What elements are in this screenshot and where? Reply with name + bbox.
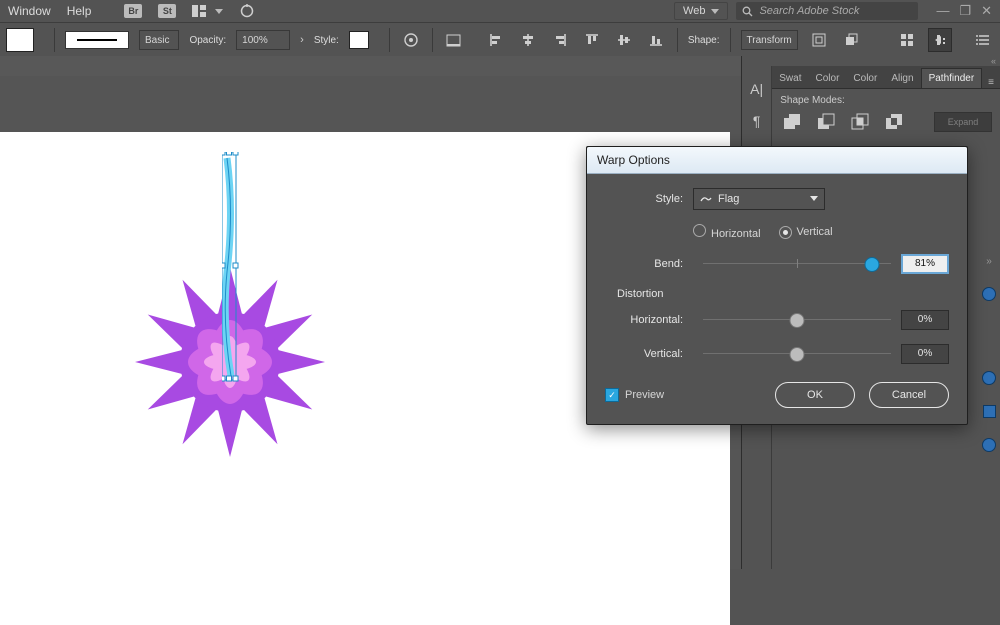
flag-icon	[700, 194, 712, 204]
menubar: Window Help Br St Web Search Adobe Stock…	[0, 0, 1000, 22]
dist-v-label: Vertical:	[605, 348, 693, 360]
grid-icon[interactable]	[896, 29, 918, 51]
search-icon	[742, 6, 753, 17]
dist-h-label: Horizontal:	[605, 314, 693, 326]
edge-square[interactable]	[983, 405, 996, 418]
shape-label: Shape:	[688, 35, 720, 46]
tab-colorguide[interactable]: Color	[846, 69, 884, 88]
document-tabstrip[interactable]	[0, 56, 741, 76]
opacity-input[interactable]: 100%	[236, 30, 290, 50]
style-label: Style:	[314, 35, 339, 46]
dist-v-slider[interactable]	[703, 345, 891, 363]
edge-dot-3[interactable]	[982, 438, 996, 452]
stroke-profile-select[interactable]: Basic	[139, 30, 179, 50]
shape-modes-label: Shape Modes:	[780, 95, 992, 106]
distortion-label: Distortion	[617, 288, 949, 300]
chevron-down-icon	[810, 193, 818, 205]
bend-label: Bend:	[605, 258, 693, 270]
align-top-icon[interactable]	[581, 29, 603, 51]
recolor-icon[interactable]	[400, 29, 422, 51]
right-edge-tools: »	[978, 256, 1000, 452]
tab-swatches[interactable]: Swat	[772, 69, 808, 88]
isolate-icon[interactable]	[808, 29, 830, 51]
options-bar: Basic Opacity: 100% › Style: Shape: Tran…	[0, 22, 1000, 58]
opacity-step[interactable]: ›	[300, 34, 304, 46]
edge-dot-1[interactable]	[982, 287, 996, 301]
menu-window[interactable]: Window	[8, 4, 51, 18]
canvas-artwork	[130, 152, 330, 472]
preview-checkbox[interactable]: ✓Preview	[605, 388, 664, 402]
align-left-icon[interactable]	[485, 29, 507, 51]
panel-tabs: Swat Color Color Align Pathfinder ≡	[772, 66, 1000, 89]
dist-h-value-input[interactable]: 0%	[901, 310, 949, 330]
workspace-label: Web	[683, 5, 705, 17]
align-art-icon[interactable]	[443, 29, 465, 51]
align-vcenter-icon[interactable]	[613, 29, 635, 51]
bend-slider[interactable]	[703, 255, 891, 273]
type-panel-icon[interactable]: A|	[748, 80, 766, 98]
close-button[interactable]: ✕	[981, 3, 992, 19]
list-icon[interactable]	[972, 29, 994, 51]
align-bottom-icon[interactable]	[645, 29, 667, 51]
exclude-icon[interactable]	[882, 112, 906, 132]
dialog-titlebar[interactable]: Warp Options	[587, 147, 967, 174]
arrange-docs-button[interactable]	[192, 4, 223, 19]
stroke-profile[interactable]	[65, 31, 129, 49]
dist-v-value-input[interactable]: 0%	[901, 344, 949, 364]
restore-button[interactable]: ❐	[959, 3, 971, 19]
gpu-icon[interactable]	[239, 4, 254, 19]
style-label: Style:	[605, 193, 693, 205]
transform-button[interactable]: Transform	[741, 30, 798, 50]
warp-style-select[interactable]: Flag	[693, 188, 825, 210]
align-right-icon[interactable]	[549, 29, 571, 51]
align-hcenter-icon[interactable]	[517, 29, 539, 51]
mask-icon[interactable]	[928, 28, 952, 52]
fill-swatch[interactable]	[6, 28, 34, 52]
dist-h-slider[interactable]	[703, 311, 891, 329]
minimize-button[interactable]: —	[936, 3, 949, 19]
opacity-label: Opacity:	[189, 35, 226, 46]
graphic-style-swatch[interactable]	[349, 31, 369, 49]
search-placeholder: Search Adobe Stock	[759, 5, 859, 17]
pathfinder-panel: Shape Modes: Expand	[772, 89, 1000, 142]
stock-search[interactable]: Search Adobe Stock	[736, 2, 918, 20]
edge-dot-2[interactable]	[982, 371, 996, 385]
ok-button[interactable]: OK	[775, 382, 855, 408]
collapse-arrows[interactable]: »	[986, 256, 992, 267]
panel-menu-icon[interactable]: ≡	[982, 77, 1000, 88]
panel-collapse-grip[interactable]: «	[742, 56, 1000, 66]
warp-options-dialog: Warp Options Style: Flag Horizontal Vert…	[586, 146, 968, 425]
intersect-icon[interactable]	[848, 112, 872, 132]
unite-icon[interactable]	[780, 112, 804, 132]
tab-align[interactable]: Align	[884, 69, 920, 88]
paragraph-panel-icon[interactable]: ¶	[748, 112, 766, 130]
menu-help[interactable]: Help	[67, 4, 92, 18]
stock-icon[interactable]: St	[158, 4, 176, 18]
bridge-icon[interactable]: Br	[124, 4, 142, 18]
orientation-horizontal[interactable]: Horizontal	[693, 224, 761, 240]
tab-color[interactable]: Color	[809, 69, 847, 88]
bend-value-input[interactable]: 81%	[901, 254, 949, 274]
minus-front-icon[interactable]	[814, 112, 838, 132]
tab-pathfinder[interactable]: Pathfinder	[921, 68, 983, 88]
arrange-icon[interactable]	[840, 29, 862, 51]
window-controls: — ❐ ✕	[936, 3, 992, 19]
cancel-button[interactable]: Cancel	[869, 382, 949, 408]
workspace-switcher[interactable]: Web	[674, 2, 728, 20]
orientation-vertical[interactable]: Vertical	[779, 226, 833, 239]
expand-button: Expand	[934, 112, 992, 132]
